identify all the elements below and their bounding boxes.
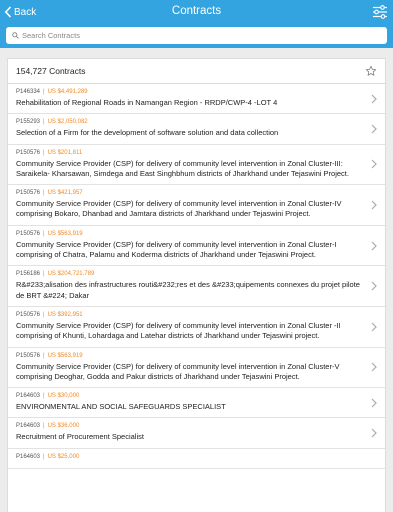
contract-amount: US $4,491,289	[47, 89, 88, 95]
contract-name: R&#233;alisation des infrastructures rou…	[16, 280, 360, 300]
contract-row[interactable]: P164603 | US $25,000	[8, 449, 385, 469]
contract-name: Community Service Provider (CSP) for del…	[16, 199, 342, 219]
contract-name: ENVIRONMENTAL AND SOCIAL SAFEGUARDS SPEC…	[16, 402, 226, 412]
contract-name: Selection of a Firm for the development …	[16, 128, 279, 138]
separator: |	[43, 271, 45, 278]
contract-amount: US $2,050,082	[47, 119, 88, 126]
contract-amount: US $563,919	[47, 352, 83, 359]
project-id: P155293	[16, 119, 41, 126]
chevron-right-icon	[371, 159, 377, 169]
contract-row[interactable]: P156186 | US $204,721,789 R&#233;alisation…	[8, 266, 385, 307]
contract-meta: P150576 | US $201,811	[16, 149, 363, 157]
chevron-right-icon	[371, 200, 377, 210]
contract-row[interactable]: P146334 | US $4,491,289 Rehabilitation of …	[8, 84, 385, 115]
separator: |	[43, 423, 45, 430]
contract-amount: US $204,721,789	[47, 271, 95, 278]
separator: |	[43, 190, 45, 197]
contract-meta: P156186 | US $204,721,789	[16, 270, 363, 278]
star-icon[interactable]	[365, 65, 377, 77]
project-id: P164603	[16, 423, 41, 430]
contract-row[interactable]: P150576 | US $563,919 Community Service Pr…	[8, 226, 385, 267]
contract-name: Community Service Provider (CSP) for del…	[16, 239, 337, 260]
contract-meta: P150576 | US $421,957	[16, 189, 363, 197]
contract-meta: P164603 | US $36,000	[16, 422, 363, 430]
contract-meta: P146334 | US $4,491,289	[16, 88, 363, 96]
chevron-right-icon	[371, 398, 377, 408]
separator: |	[43, 393, 45, 400]
contract-name: Recruitment of Procurement Specialist	[16, 432, 144, 442]
page-title: Contracts	[171, 5, 222, 17]
separator: |	[43, 230, 45, 237]
contract-name: Community Service Provider (CSP) for del…	[16, 361, 340, 381]
contract-meta: P164603 | US $25,000	[16, 453, 363, 461]
separator: |	[43, 149, 45, 156]
contracts-count: 154,727 Contracts	[16, 66, 86, 76]
search-icon	[12, 32, 19, 39]
chevron-right-icon	[371, 94, 377, 104]
contract-meta: P150576 | US $392,951	[16, 311, 363, 319]
contract-amount: US $421,957	[47, 190, 83, 197]
contract-row[interactable]: P164603 | US $30,000 ENVIRONMENTAL AND SOC…	[8, 388, 385, 419]
chevron-right-icon	[371, 322, 377, 332]
project-id: P164603	[16, 453, 41, 460]
separator: |	[43, 89, 45, 95]
chevron-right-icon	[371, 124, 377, 134]
project-id: P156186	[16, 271, 41, 278]
contract-amount: US $36,000	[47, 423, 80, 430]
top-bar: Back Contracts	[0, 0, 393, 24]
contract-name: Community Service Provider (CSP) for del…	[16, 320, 341, 341]
contract-row[interactable]: P150576 | US $201,811 Community Service Pr…	[8, 145, 385, 186]
chevron-right-icon	[371, 281, 377, 291]
project-id: P150576	[16, 149, 41, 156]
contract-name: Community Service Provider (CSP) for del…	[16, 158, 349, 178]
contract-amount: US $30,000	[47, 393, 80, 400]
project-id: P146334	[16, 89, 41, 95]
chevron-right-icon	[371, 362, 377, 372]
contract-meta: P164603 | US $30,000	[16, 392, 363, 400]
contract-row[interactable]: P150576 | US $392,951 Community Service Pr…	[8, 307, 385, 348]
separator: |	[43, 119, 45, 126]
separator: |	[43, 352, 45, 359]
contract-row[interactable]: P155293 | US $2,050,082 Selection of a Fir…	[8, 114, 385, 145]
project-id: P150576	[16, 190, 41, 197]
contract-amount: US $392,951	[47, 311, 83, 318]
contract-amount: US $25,000	[47, 453, 80, 460]
contract-meta: P150576 | US $563,919	[16, 230, 363, 238]
contract-row[interactable]: P150576 | US $421,957 Community Service Pr…	[8, 185, 385, 226]
project-id: P164603	[16, 393, 41, 400]
contract-row[interactable]: P164603 | US $36,000 Recruitment of Procur…	[8, 418, 385, 449]
search-bar	[0, 24, 393, 48]
contract-meta: P150576 | US $563,919	[16, 352, 363, 360]
separator: |	[43, 453, 45, 460]
contract-row[interactable]: P150576 | US $563,919 Community Service Pr…	[8, 348, 385, 389]
contract-name: Rehabilitation of Regional Roads in Nama…	[16, 98, 278, 107]
contract-amount: US $563,919	[47, 230, 83, 237]
project-id: P150576	[16, 352, 41, 359]
separator: |	[43, 311, 45, 318]
search-box[interactable]	[6, 27, 387, 44]
contract-meta: P155293 | US $2,050,082	[16, 118, 363, 126]
contracts-card: 154,727 Contracts P146334 | US $4,491,289 …	[7, 58, 386, 512]
list-header: 154,727 Contracts	[8, 59, 385, 84]
sliders-icon[interactable]	[372, 4, 388, 20]
contract-amount: US $201,811	[47, 149, 83, 156]
project-id: P150576	[16, 311, 41, 318]
contracts-list: P146334 | US $4,491,289 Rehabilitation of …	[8, 84, 385, 469]
chevron-right-icon	[371, 241, 377, 251]
project-id: P150576	[16, 230, 41, 237]
chevron-right-icon	[371, 428, 377, 438]
search-input[interactable]	[22, 31, 362, 40]
